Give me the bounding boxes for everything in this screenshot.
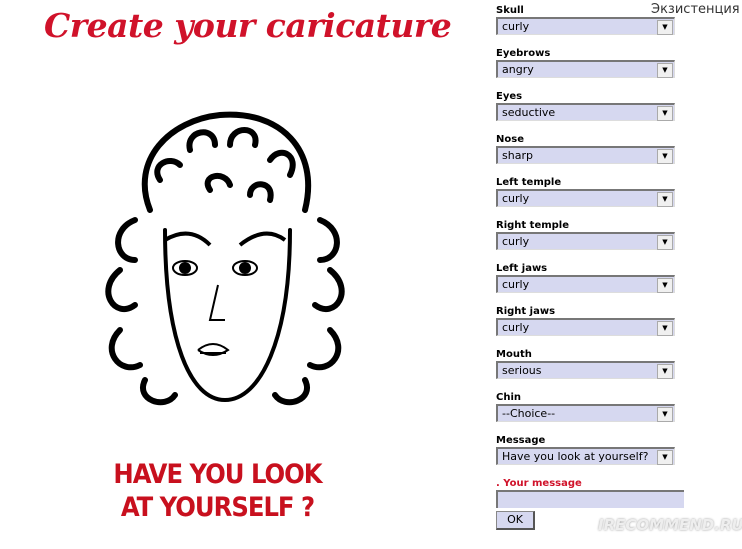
left-jaws-select[interactable]: curly ▼ bbox=[496, 275, 675, 293]
chin-select[interactable]: --Choice-- ▼ bbox=[496, 404, 675, 422]
left-temple-label: Left temple bbox=[496, 177, 562, 188]
chevron-down-icon[interactable]: ▼ bbox=[657, 106, 673, 121]
field-chin: Chin --Choice-- ▼ bbox=[496, 392, 684, 435]
chin-label: Chin bbox=[496, 392, 522, 403]
right-temple-value: curly bbox=[502, 235, 530, 248]
field-left-temple: Left temple curly ▼ bbox=[496, 177, 684, 220]
eyes-select[interactable]: seductive ▼ bbox=[496, 103, 675, 121]
your-message-input[interactable] bbox=[496, 490, 684, 508]
chevron-down-icon[interactable]: ▼ bbox=[657, 278, 673, 293]
field-left-jaws: Left jaws curly ▼ bbox=[496, 263, 684, 306]
caricature-drawing bbox=[105, 111, 345, 406]
left-temple-select[interactable]: curly ▼ bbox=[496, 189, 675, 207]
message-value: Have you look at yourself? bbox=[502, 450, 649, 463]
mouth-value: serious bbox=[502, 364, 542, 377]
field-right-temple: Right temple curly ▼ bbox=[496, 220, 684, 263]
nose-select[interactable]: sharp ▼ bbox=[496, 146, 675, 164]
left-jaws-label: Left jaws bbox=[496, 263, 548, 274]
mouth-select[interactable]: serious ▼ bbox=[496, 361, 675, 379]
chin-value: --Choice-- bbox=[502, 407, 556, 420]
field-eyebrows: Eyebrows angry ▼ bbox=[496, 48, 684, 91]
message-image-text: HAVE YOU LOOK AT YOURSELF ? bbox=[113, 459, 322, 523]
field-nose: Nose sharp ▼ bbox=[496, 134, 684, 177]
right-temple-label: Right temple bbox=[496, 220, 570, 231]
field-skull: Skull curly ▼ bbox=[496, 5, 684, 48]
eyes-label: Eyes bbox=[496, 91, 523, 102]
eyebrows-label: Eyebrows bbox=[496, 48, 551, 59]
field-right-jaws: Right jaws curly ▼ bbox=[496, 306, 684, 349]
right-jaws-select[interactable]: curly ▼ bbox=[496, 318, 675, 336]
left-temple-value: curly bbox=[502, 192, 530, 205]
chevron-down-icon[interactable]: ▼ bbox=[657, 149, 673, 164]
right-temple-select[interactable]: curly ▼ bbox=[496, 232, 675, 250]
eyes-value: seductive bbox=[502, 106, 556, 119]
chevron-down-icon[interactable]: ▼ bbox=[657, 364, 673, 379]
chevron-down-icon[interactable]: ▼ bbox=[657, 321, 673, 336]
eyebrows-select[interactable]: angry ▼ bbox=[496, 60, 675, 78]
chevron-down-icon[interactable]: ▼ bbox=[657, 63, 673, 78]
mouth-label: Mouth bbox=[496, 349, 532, 360]
chevron-down-icon[interactable]: ▼ bbox=[657, 192, 673, 207]
ok-button[interactable]: OK bbox=[496, 511, 535, 530]
nose-value: sharp bbox=[502, 149, 533, 162]
skull-label: Skull bbox=[496, 5, 524, 16]
nose-label: Nose bbox=[496, 134, 524, 145]
watermark: IRECOMMEND.RU bbox=[598, 516, 742, 534]
message-select[interactable]: Have you look at yourself? ▼ bbox=[496, 447, 675, 465]
right-jaws-label: Right jaws bbox=[496, 306, 556, 317]
field-eyes: Eyes seductive ▼ bbox=[496, 91, 684, 134]
caricature-form: Skull curly ▼ Eyebrows angry ▼ Eyes seduct… bbox=[496, 5, 684, 530]
field-mouth: Mouth serious ▼ bbox=[496, 349, 684, 392]
chevron-down-icon[interactable]: ▼ bbox=[657, 20, 673, 35]
chevron-down-icon[interactable]: ▼ bbox=[657, 235, 673, 250]
message-label: Message bbox=[496, 435, 546, 446]
page-title: Create your caricature bbox=[44, 6, 452, 45]
right-jaws-value: curly bbox=[502, 321, 530, 334]
eyebrows-value: angry bbox=[502, 63, 534, 76]
field-message: Message Have you look at yourself? ▼ bbox=[496, 435, 684, 478]
your-message-label: . Your message bbox=[496, 478, 582, 489]
chevron-down-icon[interactable]: ▼ bbox=[657, 450, 673, 465]
chevron-down-icon[interactable]: ▼ bbox=[657, 407, 673, 422]
skull-value: curly bbox=[502, 20, 530, 33]
skull-select[interactable]: curly ▼ bbox=[496, 17, 675, 35]
left-jaws-value: curly bbox=[502, 278, 530, 291]
